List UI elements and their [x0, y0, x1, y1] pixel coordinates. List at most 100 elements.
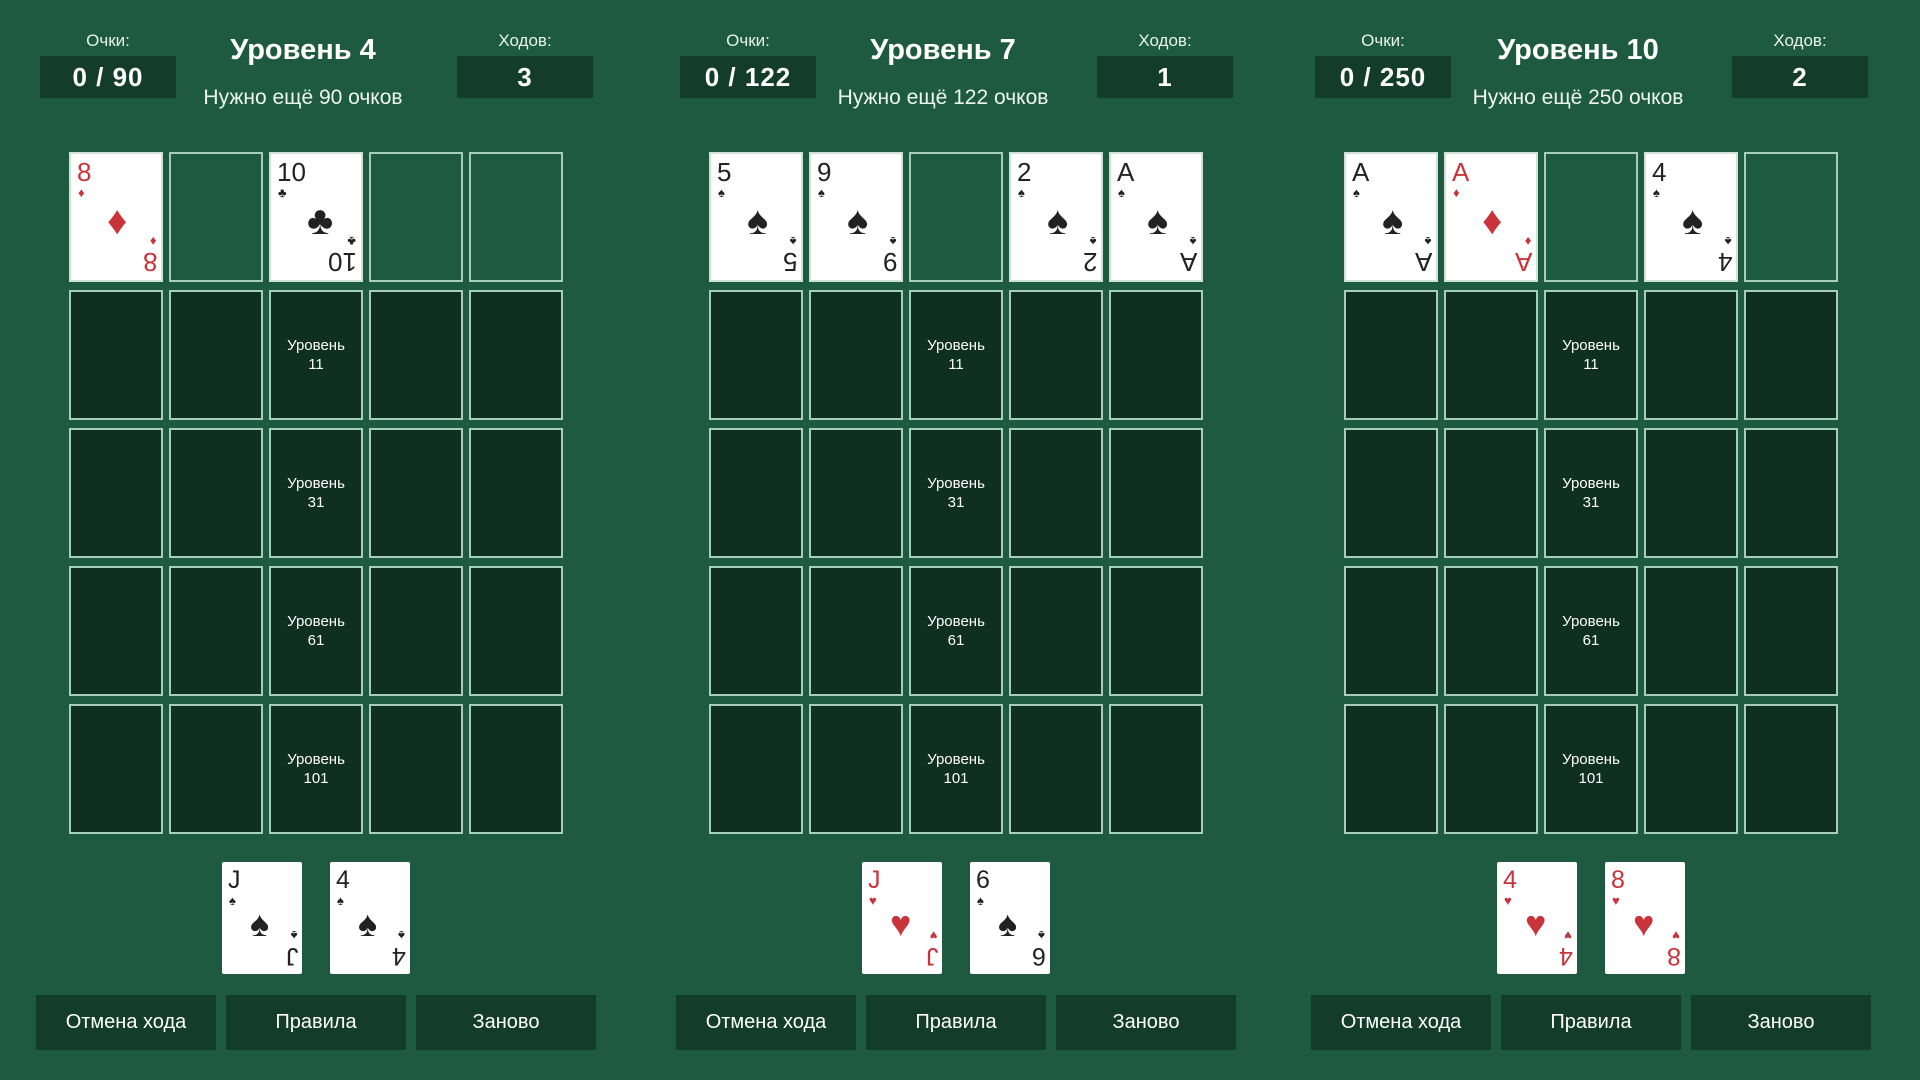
hand-card-1[interactable]: 4 ♥ ♥ 4 ♥ — [1497, 862, 1577, 974]
hand-card-2[interactable]: 8 ♥ ♥ 8 ♥ — [1605, 862, 1685, 974]
playing-card[interactable]: J ♥ ♥ J ♥ — [862, 862, 942, 974]
empty-card-slot[interactable] — [709, 428, 803, 558]
empty-card-slot[interactable] — [1344, 290, 1438, 420]
card-slot[interactable]: A ♠ ♠ A ♠ — [1109, 152, 1203, 282]
empty-card-slot[interactable] — [69, 704, 163, 834]
bonus-slot[interactable]: Уровень 11 — [909, 290, 1003, 420]
empty-card-slot[interactable] — [169, 152, 263, 282]
empty-card-slot[interactable] — [1009, 290, 1103, 420]
empty-card-slot[interactable] — [709, 566, 803, 696]
empty-card-slot[interactable] — [809, 428, 903, 558]
rules-button[interactable]: Правила — [226, 995, 406, 1050]
empty-card-slot[interactable] — [809, 290, 903, 420]
empty-card-slot[interactable] — [809, 566, 903, 696]
playing-card[interactable]: 8 ♦ ♦ 8 ♦ — [71, 154, 161, 280]
empty-card-slot[interactable] — [469, 428, 563, 558]
card-slot[interactable]: A ♦ ♦ A ♦ — [1444, 152, 1538, 282]
empty-card-slot[interactable] — [1009, 566, 1103, 696]
empty-card-slot[interactable] — [1109, 704, 1203, 834]
card-slot[interactable]: A ♠ ♠ A ♠ — [1344, 152, 1438, 282]
restart-button[interactable]: Заново — [1691, 995, 1871, 1050]
empty-card-slot[interactable] — [369, 704, 463, 834]
undo-button[interactable]: Отмена хода — [36, 995, 216, 1050]
empty-card-slot[interactable] — [1009, 704, 1103, 834]
playing-card[interactable]: 9 ♠ ♠ 9 ♠ — [811, 154, 901, 280]
playing-card[interactable]: J ♠ ♠ J ♠ — [222, 862, 302, 974]
rules-button[interactable]: Правила — [866, 995, 1046, 1050]
undo-button[interactable]: Отмена хода — [676, 995, 856, 1050]
restart-button[interactable]: Заново — [1056, 995, 1236, 1050]
playing-card[interactable]: 4 ♥ ♥ 4 ♥ — [1497, 862, 1577, 974]
card-slot[interactable]: 10 ♣ ♣ 10 ♣ — [269, 152, 363, 282]
bonus-slot[interactable]: Уровень 101 — [1544, 704, 1638, 834]
hand-card-1[interactable]: J ♥ ♥ J ♥ — [862, 862, 942, 974]
hand-card-2[interactable]: 4 ♠ ♠ 4 ♠ — [330, 862, 410, 974]
empty-card-slot[interactable] — [1444, 428, 1538, 558]
playing-card[interactable]: A ♠ ♠ A ♠ — [1111, 154, 1201, 280]
hand-card-1[interactable]: J ♠ ♠ J ♠ — [222, 862, 302, 974]
bonus-slot[interactable]: Уровень 61 — [269, 566, 363, 696]
empty-card-slot[interactable] — [469, 566, 563, 696]
empty-card-slot[interactable] — [1109, 566, 1203, 696]
empty-card-slot[interactable] — [1444, 704, 1538, 834]
playing-card[interactable]: 6 ♠ ♠ 6 ♠ — [970, 862, 1050, 974]
empty-card-slot[interactable] — [1744, 566, 1838, 696]
empty-card-slot[interactable] — [469, 290, 563, 420]
playing-card[interactable]: 4 ♠ ♠ 4 ♠ — [330, 862, 410, 974]
empty-card-slot[interactable] — [1444, 290, 1538, 420]
playing-card[interactable]: 5 ♠ ♠ 5 ♠ — [711, 154, 801, 280]
empty-card-slot[interactable] — [1644, 704, 1738, 834]
playing-card[interactable]: 4 ♠ ♠ 4 ♠ — [1646, 154, 1736, 280]
empty-card-slot[interactable] — [709, 290, 803, 420]
empty-card-slot[interactable] — [1644, 290, 1738, 420]
playing-card[interactable]: 10 ♣ ♣ 10 ♣ — [271, 154, 361, 280]
empty-card-slot[interactable] — [1744, 290, 1838, 420]
empty-card-slot[interactable] — [69, 566, 163, 696]
empty-card-slot[interactable] — [1644, 566, 1738, 696]
bonus-slot[interactable]: Уровень 31 — [269, 428, 363, 558]
playing-card[interactable]: 2 ♠ ♠ 2 ♠ — [1011, 154, 1101, 280]
hand-card-2[interactable]: 6 ♠ ♠ 6 ♠ — [970, 862, 1050, 974]
empty-card-slot[interactable] — [169, 704, 263, 834]
empty-card-slot[interactable] — [469, 152, 563, 282]
bonus-slot[interactable]: Уровень 61 — [909, 566, 1003, 696]
bonus-slot[interactable]: Уровень 31 — [1544, 428, 1638, 558]
empty-card-slot[interactable] — [1444, 566, 1538, 696]
empty-card-slot[interactable] — [809, 704, 903, 834]
empty-card-slot[interactable] — [369, 566, 463, 696]
rules-button[interactable]: Правила — [1501, 995, 1681, 1050]
empty-card-slot[interactable] — [1109, 428, 1203, 558]
card-slot[interactable]: 5 ♠ ♠ 5 ♠ — [709, 152, 803, 282]
empty-card-slot[interactable] — [1344, 704, 1438, 834]
empty-card-slot[interactable] — [709, 704, 803, 834]
empty-card-slot[interactable] — [1544, 152, 1638, 282]
empty-card-slot[interactable] — [169, 428, 263, 558]
empty-card-slot[interactable] — [1744, 428, 1838, 558]
card-slot[interactable]: 9 ♠ ♠ 9 ♠ — [809, 152, 903, 282]
bonus-slot[interactable]: Уровень 11 — [269, 290, 363, 420]
restart-button[interactable]: Заново — [416, 995, 596, 1050]
empty-card-slot[interactable] — [1109, 290, 1203, 420]
playing-card[interactable]: A ♦ ♦ A ♦ — [1446, 154, 1536, 280]
playing-card[interactable]: A ♠ ♠ A ♠ — [1346, 154, 1436, 280]
card-slot[interactable]: 4 ♠ ♠ 4 ♠ — [1644, 152, 1738, 282]
empty-card-slot[interactable] — [1744, 704, 1838, 834]
empty-card-slot[interactable] — [69, 428, 163, 558]
bonus-slot[interactable]: Уровень 11 — [1544, 290, 1638, 420]
empty-card-slot[interactable] — [469, 704, 563, 834]
empty-card-slot[interactable] — [69, 290, 163, 420]
bonus-slot[interactable]: Уровень 101 — [909, 704, 1003, 834]
bonus-slot[interactable]: Уровень 31 — [909, 428, 1003, 558]
empty-card-slot[interactable] — [909, 152, 1003, 282]
empty-card-slot[interactable] — [369, 152, 463, 282]
empty-card-slot[interactable] — [1644, 428, 1738, 558]
empty-card-slot[interactable] — [1344, 566, 1438, 696]
empty-card-slot[interactable] — [169, 290, 263, 420]
card-slot[interactable]: 8 ♦ ♦ 8 ♦ — [69, 152, 163, 282]
empty-card-slot[interactable] — [369, 290, 463, 420]
empty-card-slot[interactable] — [1009, 428, 1103, 558]
empty-card-slot[interactable] — [369, 428, 463, 558]
card-slot[interactable]: 2 ♠ ♠ 2 ♠ — [1009, 152, 1103, 282]
undo-button[interactable]: Отмена хода — [1311, 995, 1491, 1050]
empty-card-slot[interactable] — [1344, 428, 1438, 558]
